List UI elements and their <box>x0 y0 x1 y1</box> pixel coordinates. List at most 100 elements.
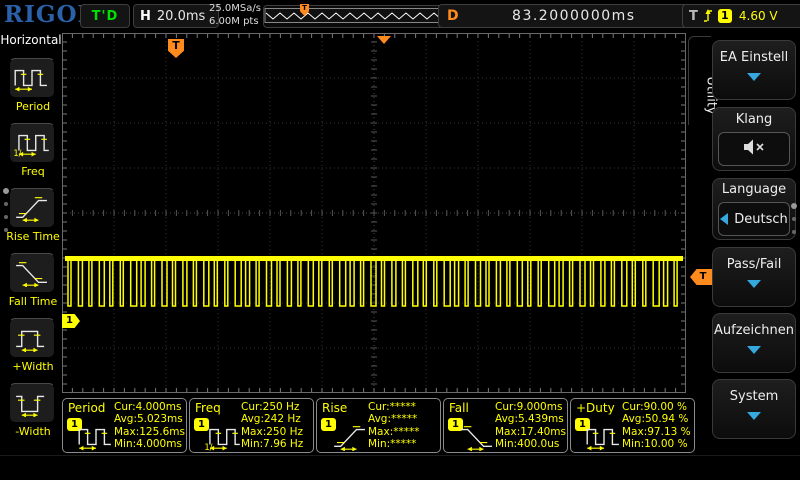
status-bar: 1 5.00 V 2 1.00 V <box>0 455 800 480</box>
page-dot <box>4 215 8 219</box>
stat-label: Cur: <box>368 401 390 413</box>
graticule-and-waveform <box>62 33 686 393</box>
softkey-system[interactable]: System <box>712 379 796 439</box>
menu-item-label: Freq <box>21 165 45 178</box>
softkey-aufzeichnen[interactable]: Aufzeichnen <box>712 313 796 373</box>
stat-value: ***** <box>390 438 417 451</box>
softkey-label: EA Einstell <box>719 50 789 65</box>
memory-depth: 6.00M pts <box>209 16 259 27</box>
stat-label: Max: <box>622 425 648 438</box>
oscilloscope-screen: RIGOL T'D H 20.0ms 25.0MSa/s 6.00M pts T… <box>0 0 800 480</box>
freq-icon: 1/ <box>9 123 55 163</box>
stat-value: 7.96 Hz <box>263 438 304 451</box>
measurement-title: Period <box>68 401 106 415</box>
chevron-down-icon <box>747 412 761 420</box>
delay-value: 83.2000000ms <box>512 8 636 24</box>
stat-value: 9.000ms <box>516 401 563 413</box>
fall-time-icon <box>9 253 55 293</box>
delay-label: D <box>447 8 459 24</box>
stat-value: 125.6ms <box>139 425 186 438</box>
menu-item-label: Rise Time <box>6 230 60 243</box>
stat-value: 90.00 % <box>643 401 688 413</box>
stat-value: 4.000ms <box>135 401 182 413</box>
measurement-panel-fall: Fall 1 Cur:9.000ms Avg:5.439ms Max:17.40… <box>443 398 568 453</box>
stat-label: Min: <box>368 438 391 451</box>
trigger-status-box: T'D <box>80 4 130 28</box>
stat-value: ***** <box>389 401 416 413</box>
menu-item-nwidth[interactable]: -Width <box>9 383 57 438</box>
stat-value: 5.023ms <box>136 413 183 426</box>
horizontal-scale-value: 20.0ms <box>156 8 206 24</box>
page-dot <box>4 228 8 232</box>
horizontal-label: H <box>140 8 151 24</box>
menu-item-rise-time[interactable]: Rise Time <box>6 188 60 243</box>
page-dot <box>4 202 8 206</box>
horizontal-scale-box: H 20.0ms <box>133 4 219 28</box>
stat-label: Max: <box>114 425 140 438</box>
menu-item-label: Fall Time <box>8 295 58 308</box>
page-dot <box>792 217 796 221</box>
menu-item-pwidth[interactable]: +Width <box>9 318 57 373</box>
stat-value: 50.94 % <box>644 413 689 426</box>
trigger-info-box: T 1 4.60 V <box>682 4 800 28</box>
stat-value: 5.439ms <box>517 413 564 426</box>
rise-waveform-icon <box>331 423 369 455</box>
sample-rate: 25.0MSa/s <box>209 3 261 14</box>
minus-width-icon <box>9 383 55 423</box>
softkey-label: Pass/Fail <box>726 257 782 272</box>
softkey-language[interactable]: Language Deutsch <box>712 178 796 240</box>
stat-label: Min: <box>622 438 645 451</box>
stat-value: 250 Hz <box>266 425 304 438</box>
trigger-level-value: 4.60 V <box>738 9 778 23</box>
measurement-panel-rise: Rise 1 Cur:***** Avg:***** Max:***** Min… <box>316 398 441 453</box>
trigger-source-badge: 1 <box>717 9 732 23</box>
trigger-point-triangle-icon[interactable] <box>377 36 391 44</box>
softkey-label: Language <box>721 182 787 197</box>
softkey-ea-einstell[interactable]: EA Einstell <box>712 40 796 100</box>
acquisition-info: 25.0MSa/s 6.00M pts <box>209 2 261 28</box>
trigger-status: T'D <box>91 8 119 24</box>
stat-value: ***** <box>390 413 418 426</box>
period-icon <box>9 58 55 98</box>
measurement-panel-period: Period 1 Cur:4.000ms Avg:5.023ms Max:125… <box>62 398 187 453</box>
chevron-down-icon <box>747 73 761 81</box>
softkey-klang[interactable]: Klang <box>712 107 796 171</box>
stat-value: 97.13 % <box>647 425 691 438</box>
softkey-pass-fail[interactable]: Pass/Fail <box>712 247 796 307</box>
fall-waveform-icon <box>458 423 496 455</box>
plus-width-icon <box>9 318 55 358</box>
page-dot <box>792 230 796 234</box>
measurement-title: Fall <box>449 401 469 415</box>
menu-item-period[interactable]: Period <box>9 58 57 113</box>
measurement-title: Rise <box>322 401 348 415</box>
menu-item-label: +Width <box>12 360 54 373</box>
stat-value: 10.00 % <box>644 438 688 451</box>
duty-waveform-icon <box>585 423 623 455</box>
stat-value: 250 Hz <box>262 401 300 413</box>
freq-waveform-icon: 1/ <box>204 423 242 455</box>
stat-label: Min: <box>241 438 264 451</box>
language-select[interactable]: Deutsch <box>718 202 790 236</box>
stat-label: Cur: <box>114 401 136 413</box>
speaker-muted-icon <box>742 137 766 161</box>
stat-label: Avg: <box>622 413 645 426</box>
stat-value: 17.40ms <box>520 425 567 438</box>
stat-label: Avg: <box>495 413 518 426</box>
stat-label: Min: <box>114 438 137 451</box>
measurement-panel-duty: +Duty 1 Cur:90.00 % Avg:50.94 % Max:97.1… <box>570 398 695 453</box>
chevron-left-icon <box>720 213 729 225</box>
stat-label: Cur: <box>241 401 263 413</box>
menu-item-fall-time[interactable]: Fall Time <box>9 253 57 308</box>
stat-label: Max: <box>241 425 267 438</box>
delay-box: D 83.2000000ms <box>438 4 688 28</box>
menu-item-freq[interactable]: 1/ Freq <box>9 123 57 178</box>
stat-label: Min: <box>495 438 518 451</box>
klang-mute-button[interactable] <box>718 132 790 166</box>
stat-label: Cur: <box>622 401 644 413</box>
stat-value: ***** <box>393 425 420 438</box>
measurement-title: +Duty <box>576 401 615 415</box>
stat-value: 4.000ms <box>136 438 182 451</box>
trigger-level-flag[interactable]: T <box>690 269 712 285</box>
softkey-label: System <box>729 389 779 404</box>
measurement-panel-freq: Freq 1 1/ Cur:250 Hz Avg:242 Hz Max:250 … <box>189 398 314 453</box>
